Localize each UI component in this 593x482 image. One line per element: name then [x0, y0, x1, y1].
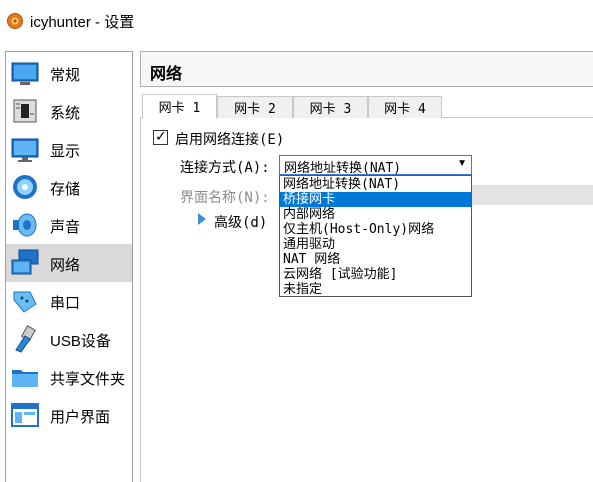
storage-disk-icon: [13, 175, 37, 199]
sidebar-item-label: 常规: [50, 67, 81, 84]
sidebar-item-label: 共享文件夹: [50, 371, 126, 388]
settings-sidebar: 常规 系统 显示 存储 声音 网络 串口 USB设备 共享文件夹 用户界面: [5, 51, 133, 482]
dropdown-option-host-only[interactable]: 仅主机(Host-Only)网络: [280, 222, 471, 237]
sidebar-item-usb[interactable]: USB设备: [6, 320, 132, 358]
dropdown-option-generic[interactable]: 通用驱动: [280, 237, 471, 252]
sidebar-item-general[interactable]: 常规: [6, 54, 132, 92]
attach-type-value: 网络地址转换(NAT): [284, 161, 402, 176]
enable-adapter-label: 启用网络连接(E): [175, 132, 285, 148]
enable-adapter-checkbox[interactable]: ✓: [153, 128, 168, 145]
interface-name-field: [472, 185, 593, 205]
attach-type-label: 连接方式(A):: [180, 160, 270, 176]
sidebar-item-display[interactable]: 显示: [6, 130, 132, 168]
folder-icon: [12, 370, 38, 387]
attach-type-dropdown[interactable]: 网络地址转换(NAT) 桥接网卡 内部网络 仅主机(Host-Only)网络 通…: [279, 175, 472, 297]
panel-header: 网络: [140, 51, 593, 87]
user-interface-icon: [11, 403, 39, 427]
dropdown-option-nat[interactable]: 网络地址转换(NAT): [280, 177, 471, 192]
sidebar-item-label: 声音: [50, 219, 81, 236]
sidebar-item-storage[interactable]: 存储: [6, 168, 132, 206]
dropdown-option-nat-network[interactable]: NAT 网络: [280, 252, 471, 267]
tab-adapter-2[interactable]: 网卡 2: [217, 96, 293, 118]
window-title: icyhunter - 设置: [30, 14, 135, 31]
dropdown-option-cloud[interactable]: 云网络 [试验功能]: [280, 267, 471, 282]
advanced-toggle[interactable]: 高级(d): [214, 212, 267, 232]
title-bar: icyhunter - 设置: [0, 0, 593, 42]
sidebar-item-label: 用户界面: [50, 409, 111, 426]
sidebar-item-label: 网络: [50, 257, 81, 274]
sidebar-item-label: 系统: [50, 105, 81, 122]
sidebar-item-label: USB设备: [50, 333, 111, 350]
attach-type-combobox[interactable]: 网络地址转换(NAT) ▼: [279, 155, 472, 176]
dropdown-option-bridged[interactable]: 桥接网卡: [280, 192, 471, 207]
tab-adapter-1[interactable]: 网卡 1: [142, 94, 217, 118]
sidebar-item-shared-folders[interactable]: 共享文件夹: [6, 358, 132, 396]
sidebar-item-user-interface[interactable]: 用户界面: [6, 396, 132, 434]
monitor-icon: [11, 138, 39, 162]
interface-name-label: 界面名称(N):: [180, 190, 270, 206]
sidebar-item-label: 显示: [50, 143, 81, 160]
tab-adapter-3[interactable]: 网卡 3: [293, 96, 368, 118]
motherboard-icon: [13, 99, 37, 123]
serial-port-icon: [13, 291, 37, 313]
sidebar-item-label: 串口: [50, 295, 81, 312]
general-icon: [11, 62, 39, 85]
sidebar-item-audio[interactable]: 声音: [6, 206, 132, 244]
sidebar-item-serial[interactable]: 串口: [6, 282, 132, 320]
usb-icon: [15, 325, 37, 353]
speaker-icon: [13, 213, 37, 237]
tab-adapter-4[interactable]: 网卡 4: [368, 96, 442, 118]
expand-arrow-icon[interactable]: [198, 213, 206, 225]
sidebar-item-network[interactable]: 网络: [6, 244, 132, 282]
sidebar-item-label: 存储: [50, 181, 81, 198]
check-icon: ✓: [155, 128, 167, 144]
dropdown-option-internal[interactable]: 内部网络: [280, 207, 471, 222]
page-title: 网络: [150, 66, 183, 83]
network-icon: [11, 249, 39, 275]
chevron-down-icon: ▼: [457, 158, 467, 169]
dropdown-option-not-attached[interactable]: 未指定: [280, 282, 471, 297]
virtualbox-gear-icon: [7, 13, 23, 29]
sidebar-item-system[interactable]: 系统: [6, 92, 132, 130]
